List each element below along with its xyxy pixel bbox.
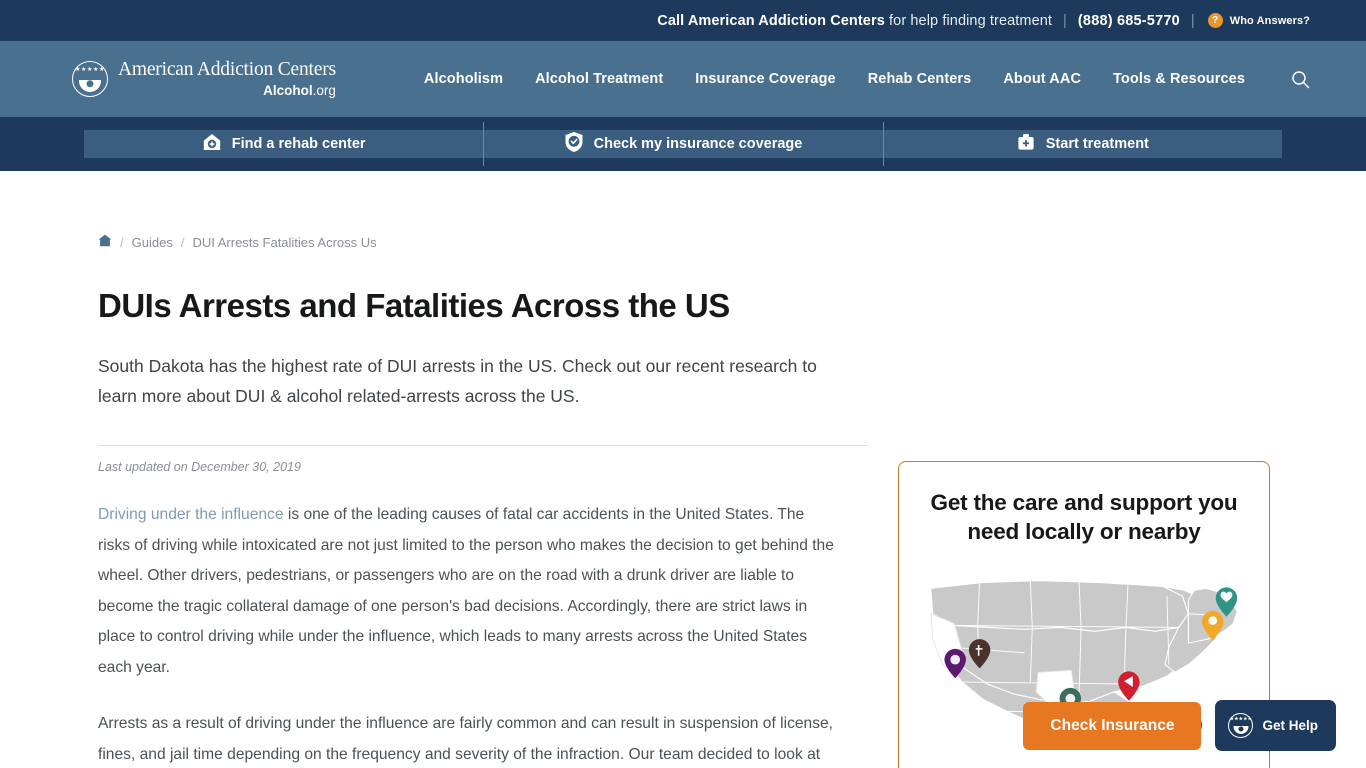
house-plus-icon [202,132,222,156]
seal-stars: ★★★★★ [75,67,105,73]
paragraph-1-rest: is one of the leading causes of fatal ca… [98,506,834,676]
aac-seal-icon: ★★★★★ [72,61,108,97]
brand-sub-light: .org [312,82,336,98]
article-lede: South Dakota has the highest rate of DUI… [98,356,817,406]
paragraph-2-before: Arrests as a result of driving under the… [98,715,834,763]
topbar-divider-2: | [1190,12,1195,29]
action-check-insurance-coverage[interactable]: Check my insurance coverage [483,122,882,166]
article-column: / Guides / DUI Arrests Fatalities Across… [0,171,880,768]
action-find-rehab-center[interactable]: Find a rehab center [84,130,483,158]
quick-action-bar: Find a rehab center Check my insurance c… [0,117,1366,171]
article-paragraph-1: Driving under the influence is one of th… [98,500,840,683]
page-title: DUIs Arrests and Fatalities Across the U… [98,287,730,324]
action-label: Check my insurance coverage [593,136,803,152]
main-navigation-bar: ★★★★★ American Addiction Centers Alcohol… [0,41,1366,117]
call-strong-text: Call American Addiction Centers [657,12,885,29]
shield-check-icon [564,131,584,157]
aac-seal-icon: ★★★★★ [1228,713,1254,738]
nav-menu: Alcoholism Alcohol Treatment Insurance C… [424,70,1310,89]
breadcrumb-item-current: DUI Arrests Fatalities Across Us [192,234,377,250]
brand-name: American Addiction Centers [118,59,336,81]
brand-sub-bold: Alcohol [263,82,313,98]
phone-number-link[interactable]: (888) 685-5770 [1078,13,1180,29]
who-answers-badge[interactable]: ? Who Answers? [1207,13,1310,28]
breadcrumb-slash-1: / [120,234,124,250]
check-insurance-button[interactable]: Check Insurance [1023,701,1202,750]
floating-cta-group: Check Insurance ★★★★★ Get Help [1023,700,1336,751]
site-logo[interactable]: ★★★★★ American Addiction Centers Alcohol… [72,59,336,98]
link-driving-under-influence[interactable]: Driving under the influence [98,506,284,523]
nav-item-alcohol-treatment[interactable]: Alcohol Treatment [535,71,663,87]
article-paragraph-2: Arrests as a result of driving under the… [98,709,840,768]
get-help-button[interactable]: ★★★★★ Get Help [1215,700,1336,751]
divider [98,445,868,446]
action-start-treatment[interactable]: Start treatment [882,122,1282,166]
brand-subtitle: Alcohol.org [118,82,336,99]
action-label: Start treatment [1045,136,1149,152]
action-label: Find a rehab center [231,136,366,152]
medical-kit-icon [1016,132,1036,156]
question-mark-icon: ? [1207,13,1223,28]
nav-item-insurance-coverage[interactable]: Insurance Coverage [695,71,835,87]
topbar-divider-1: | [1063,12,1067,29]
last-updated-text: Last updated on December 30, 2019 [98,460,301,474]
search-icon[interactable] [1291,70,1310,89]
page-body: / Guides / DUI Arrests Fatalities Across… [0,171,1366,768]
nav-item-tools-resources[interactable]: Tools & Resources [1113,71,1245,87]
nav-item-about-aac[interactable]: About AAC [1003,71,1081,87]
nav-item-rehab-centers[interactable]: Rehab Centers [868,71,972,87]
nav-item-alcoholism[interactable]: Alcoholism [424,71,503,87]
home-icon[interactable] [98,234,112,250]
breadcrumb: / Guides / DUI Arrests Fatalities Across… [98,171,840,250]
call-light-text: for help finding treatment [889,12,1053,29]
locations-card-title: Get the care and support you need locall… [930,490,1238,544]
who-answers-label: Who Answers? [1229,14,1310,27]
get-help-label: Get Help [1262,718,1318,733]
breadcrumb-slash-2: / [180,234,185,250]
breadcrumb-item-guides[interactable]: Guides [132,235,173,250]
sidebar-column: Get the care and support you need locall… [880,171,1300,768]
top-call-bar: Call American Addiction Centers for help… [0,0,1366,41]
get-help-seal-stars: ★★★★★ [1229,716,1253,721]
